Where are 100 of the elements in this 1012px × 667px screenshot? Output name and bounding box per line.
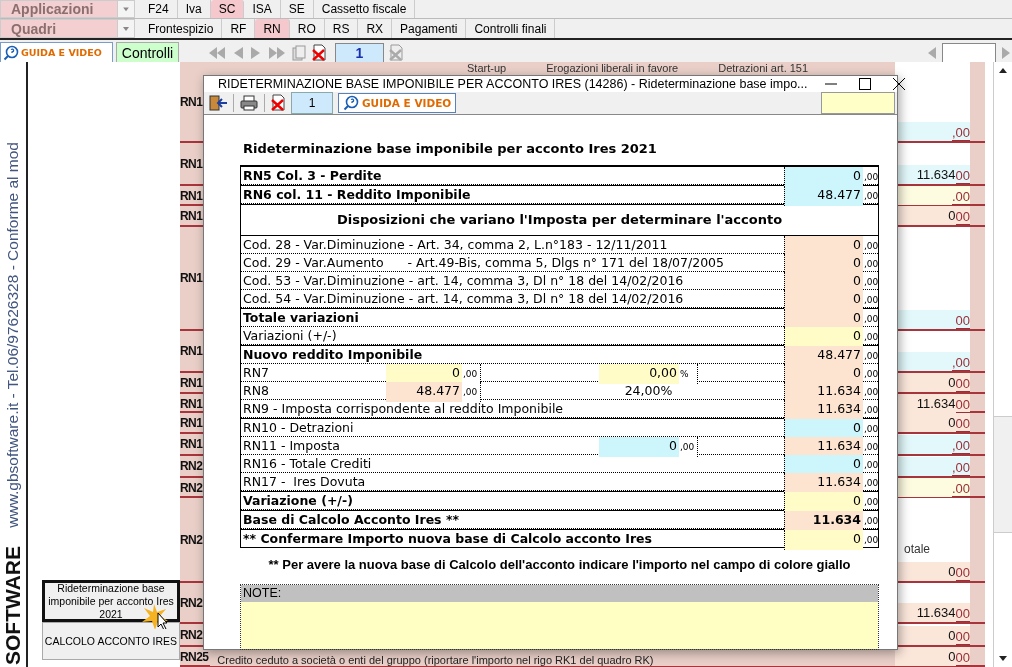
copy-icon[interactable]: [291, 44, 307, 61]
row-label: RN8: [242, 382, 270, 400]
amount-field[interactable]: 0: [784, 236, 863, 256]
tab[interactable]: RN: [255, 19, 290, 38]
input-field[interactable]: [942, 42, 996, 63]
amount-field[interactable]: 11.634: [784, 437, 863, 457]
tab[interactable]: Frontespizio: [140, 19, 223, 38]
column-header: Erogazioni liberali in favore: [546, 62, 679, 74]
close-icon[interactable]: [891, 77, 906, 91]
unit-text: ,00: [863, 276, 878, 289]
amount-field[interactable]: 000: [895, 373, 970, 392]
amount-field[interactable]: 000: [895, 647, 970, 666]
amount-field[interactable]: 0: [784, 364, 863, 384]
amount-field[interactable]: 11.634: [784, 400, 863, 420]
delete-icon[interactable]: [388, 43, 404, 62]
amount-field[interactable]: 11.634: [784, 382, 863, 402]
tab[interactable]: Iva: [177, 0, 211, 18]
amount-field[interactable]: ,00: [895, 457, 970, 476]
section-title: Disposizioni che variano l'Imposta per determinare l'acconto: [335, 211, 784, 229]
tab[interactable]: SE: [280, 0, 314, 18]
row-label: RN1: [180, 374, 204, 392]
row-label: Cod. 28 - Var.Diminuzione - Art. 34, comma 2, L.n°183 - 12/11/2011: [242, 236, 669, 254]
sidebar-button[interactable]: Rideterminazione base imponibile per acconto Ires 2021: [42, 580, 180, 622]
exit-icon[interactable]: [208, 94, 228, 112]
row-label: Variazioni (+/-): [242, 327, 338, 345]
previous-icon[interactable]: [926, 44, 938, 61]
amount-field[interactable]: 0: [784, 290, 863, 310]
row-label: RN1: [180, 414, 204, 432]
input-field[interactable]: [821, 92, 895, 114]
amount-field[interactable]: 0: [784, 327, 863, 347]
row-label: RN1: [180, 270, 204, 287]
tab[interactable]: RX: [358, 19, 393, 38]
maximize-icon[interactable]: [857, 77, 872, 91]
amount-field[interactable]: 00: [895, 310, 970, 329]
printer-icon[interactable]: [239, 94, 259, 112]
tab[interactable]: RS: [324, 19, 359, 38]
row-label: RN2: [180, 479, 204, 497]
amount-field[interactable]: 11.634: [784, 511, 863, 531]
amount-field[interactable]: 0,00: [599, 364, 679, 384]
row-label: RN7: [242, 364, 270, 382]
row-label: RN16 - Totale Crediti: [242, 455, 373, 473]
sidebar-button[interactable]: CALCOLO ACCONTO IRES: [42, 622, 180, 660]
amount-field[interactable]: 0: [599, 437, 679, 457]
amount-field[interactable]: 0: [784, 492, 863, 512]
tab[interactable]: Cassetto fiscale: [313, 0, 416, 18]
amount-field[interactable]: ,00: [895, 435, 970, 454]
tab[interactable]: SC: [210, 0, 245, 18]
amount-field[interactable]: 0: [386, 364, 462, 384]
amount-field[interactable]: 0: [784, 419, 863, 439]
unit-text: ,00: [863, 258, 878, 271]
amount-field[interactable]: 0: [784, 455, 863, 475]
amount-field[interactable]: 0: [784, 309, 863, 329]
controls-button[interactable]: Controlli: [116, 42, 179, 63]
amount-field[interactable]: 48.477: [784, 186, 863, 206]
amount-field[interactable]: ,00: [895, 122, 970, 141]
amount-field[interactable]: 11.63400: [895, 165, 970, 184]
amount-field[interactable]: 11.63400: [895, 603, 970, 622]
page-field[interactable]: 1: [291, 92, 333, 114]
amount-field[interactable]: 11.634: [784, 473, 863, 493]
help-icon: [343, 95, 359, 111]
amount-field[interactable]: ,00: [895, 352, 970, 371]
unit-text: ,00: [863, 331, 878, 344]
amount-field[interactable]: 11.63400: [895, 394, 970, 413]
unit-text: ,00: [863, 459, 878, 472]
brand-text: SOFTWARE: [1, 546, 25, 665]
row-label: RN25: [180, 648, 210, 666]
tab[interactable]: RO: [289, 19, 325, 38]
amount-field[interactable]: 0: [784, 167, 863, 187]
amount-field[interactable]: 000: [895, 562, 970, 581]
row-label: RN2: [180, 626, 204, 644]
amount-field[interactable]: .00: [895, 478, 970, 497]
row-label: Base di Calcolo Acconto Ires **: [242, 511, 460, 529]
amount-field[interactable]: 000: [895, 413, 970, 432]
amount-field[interactable]: 000: [895, 626, 970, 645]
row-label: RN5 Col. 3 - Perdite: [242, 167, 383, 185]
unit-text: ,00: [863, 190, 878, 203]
unit-text: ,00: [863, 423, 878, 436]
delete-icon[interactable]: [270, 94, 286, 112]
amount-field[interactable]: 48.477: [784, 346, 863, 366]
notes-field[interactable]: NOTE:: [240, 584, 879, 650]
amount-field[interactable]: 48.477: [386, 382, 462, 402]
amount-field[interactable]: 0: [784, 272, 863, 292]
row-label: Totale variazioni: [242, 309, 360, 327]
amount-field[interactable]: 0: [784, 530, 863, 550]
amount-field[interactable]: 0: [784, 254, 863, 274]
footnote: ** Per avere la nuova base di Calcolo dell'acconto indicare l'importo nel campo di colore giallo: [267, 557, 852, 572]
tab[interactable]: Controlli finali: [466, 19, 556, 38]
page-field[interactable]: 1: [335, 42, 384, 63]
delete-icon[interactable]: [311, 43, 327, 62]
tab[interactable]: Pagamenti: [392, 19, 467, 38]
unit-text: ,00: [863, 171, 878, 184]
amount-field[interactable]: 000: [895, 206, 970, 225]
row-label: Cod. 53 - Var.Diminuzione - art. 14, comma 3, Dl n° 18 del 14/02/2016: [242, 272, 685, 290]
amount-field[interactable]: .00: [895, 186, 970, 205]
tab[interactable]: ISA: [244, 0, 281, 18]
unit-text: ,00: [863, 313, 878, 326]
unit-text: ,00: [863, 350, 878, 363]
scrollbar-thumb[interactable]: [994, 416, 1012, 533]
unit-text: ,00: [863, 534, 878, 547]
tab[interactable]: F24: [140, 0, 178, 18]
